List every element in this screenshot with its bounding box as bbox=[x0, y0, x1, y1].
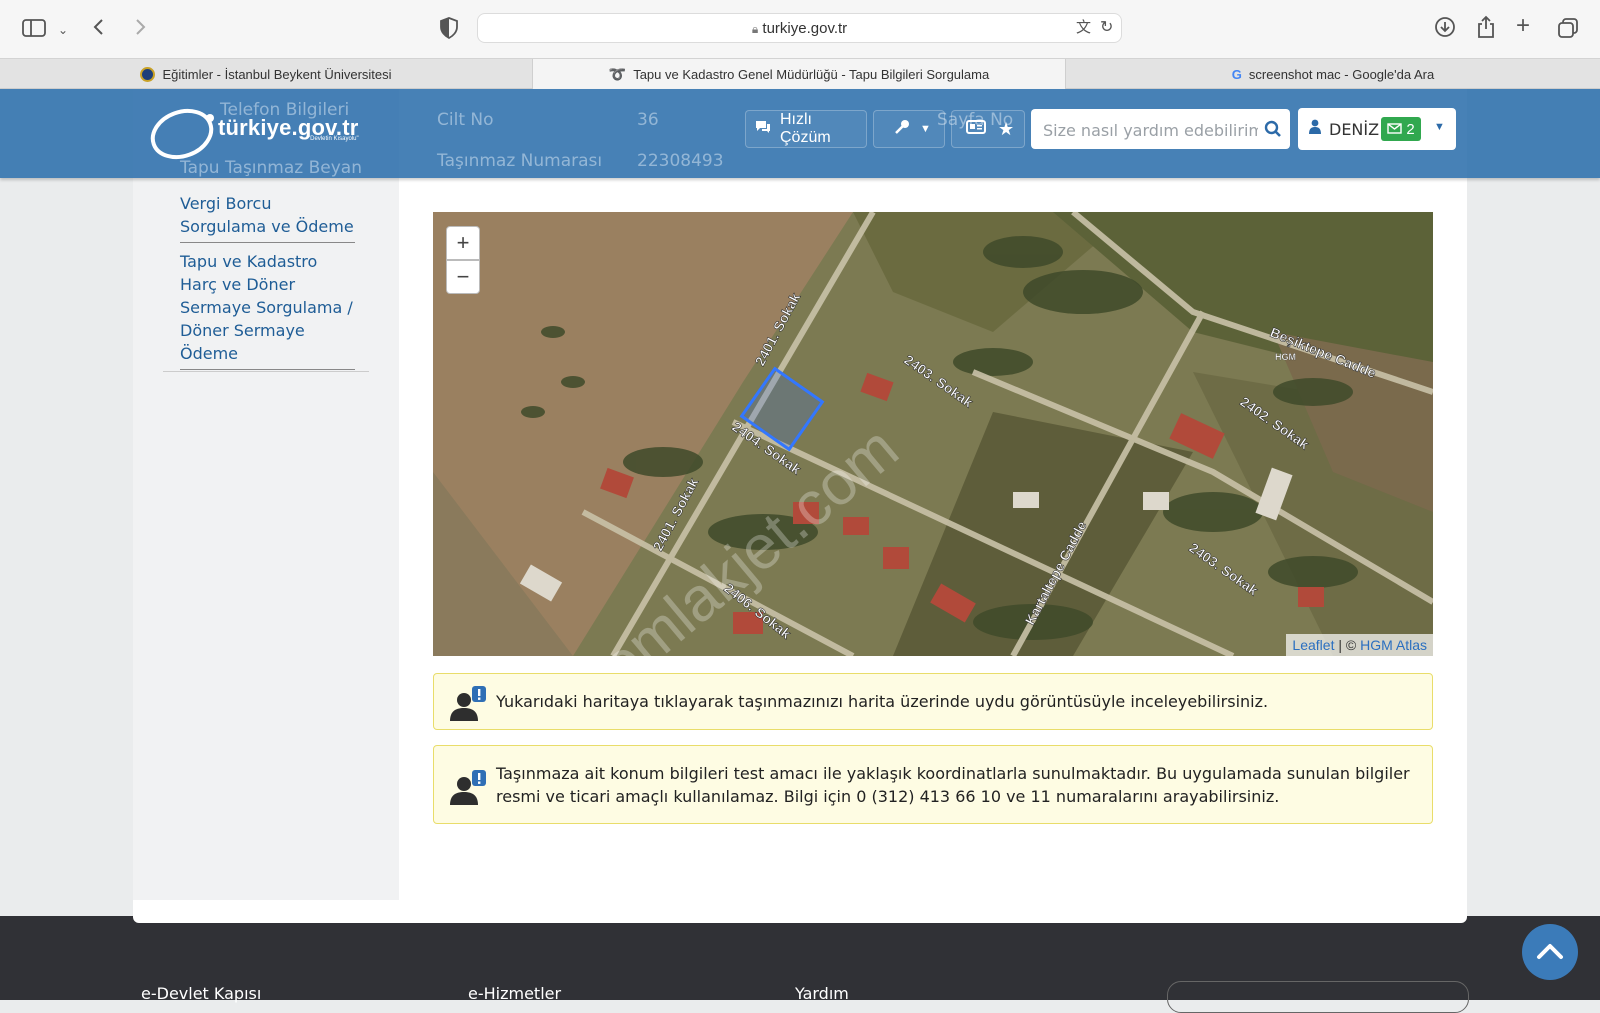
user-icon bbox=[1309, 119, 1321, 140]
reload-icon[interactable]: ↻ bbox=[1100, 18, 1113, 38]
tab-beykent[interactable]: Eğitimler - İstanbul Beykent Üniversites… bbox=[0, 59, 532, 89]
new-tab-icon[interactable]: + bbox=[1516, 14, 1530, 38]
search-box bbox=[1031, 109, 1290, 151]
chevron-up-icon bbox=[1537, 944, 1563, 959]
hgm-atlas-link[interactable]: HGM Atlas bbox=[1360, 637, 1427, 653]
tkgm-logo-icon: ➰ bbox=[608, 65, 627, 82]
street-label: HGM bbox=[1275, 352, 1296, 362]
zoom-out-button[interactable]: − bbox=[446, 260, 480, 294]
back-icon[interactable] bbox=[92, 17, 106, 41]
footer-heading-yardim[interactable]: Yardım bbox=[795, 984, 849, 1003]
envelope-icon bbox=[1387, 121, 1403, 138]
browser-toolbar: ⌄ 🔒︎ turkiye.gov.tr 文 ↻ + bbox=[0, 0, 1600, 58]
turkiye-logo-icon[interactable] bbox=[148, 104, 228, 167]
info-person-icon bbox=[448, 768, 488, 812]
google-logo-icon: G bbox=[1231, 66, 1242, 82]
satellite-map[interactable]: emlakjet.com 2401. Sokak 2403. Sokak 240… bbox=[433, 212, 1433, 656]
map-attribution: Leaflet | © HGM Atlas bbox=[1286, 634, 1433, 656]
user-name: DENİZ bbox=[1329, 120, 1380, 139]
beykent-logo-icon bbox=[140, 66, 156, 82]
behind-tasinmaz-label: Taşınmaz Numarası bbox=[437, 151, 603, 171]
sidebar-divider bbox=[163, 371, 369, 372]
tab-bar: Eğitimler - İstanbul Beykent Üniversites… bbox=[0, 58, 1600, 89]
behind-tasinmaz-value: 22308493 bbox=[637, 151, 724, 171]
footer-app-badge[interactable] bbox=[1167, 981, 1469, 1013]
search-icon[interactable] bbox=[1264, 120, 1282, 143]
mail-badge[interactable]: 2 bbox=[1381, 117, 1421, 141]
alert-text: Yukarıdaki haritaya tıklayarak taşınmazı… bbox=[496, 692, 1269, 711]
quick-solution-button[interactable]: Hızlı Çözüm bbox=[745, 110, 867, 148]
logo-tagline: "Devletin Kısayolu" bbox=[308, 136, 359, 142]
search-input[interactable] bbox=[1041, 109, 1260, 151]
forward-icon[interactable] bbox=[133, 17, 147, 41]
sidebar-toggle-icon[interactable] bbox=[22, 18, 46, 42]
sidebar-item-harc-doner-sermaye[interactable]: Tapu ve Kadastro Harç ve Döner Sermaye S… bbox=[180, 250, 355, 370]
info-alert-disclaimer: Taşınmaza ait konum bilgileri test amacı… bbox=[433, 745, 1433, 824]
chat-icon bbox=[754, 119, 772, 140]
info-person-icon bbox=[448, 684, 488, 728]
info-alert-map: Yukarıdaki haritaya tıklayarak taşınmazı… bbox=[433, 673, 1433, 730]
key-icon bbox=[894, 119, 910, 140]
caret-down-icon[interactable]: ▼ bbox=[1434, 121, 1445, 133]
tools-dropdown-button[interactable]: ▼ bbox=[873, 110, 945, 148]
star-icon[interactable]: ★ bbox=[998, 119, 1014, 140]
leaflet-link[interactable]: Leaflet bbox=[1292, 637, 1334, 653]
map-imagery: emlakjet.com 2401. Sokak 2403. Sokak 240… bbox=[433, 212, 1433, 656]
tab-google[interactable]: G screenshot mac - Google'da Ara bbox=[1066, 59, 1600, 89]
tab-tapu[interactable]: ➰ Tapu ve Kadastro Genel Müdürlüğü - Tap… bbox=[532, 59, 1066, 89]
behind-cilt-value: 36 bbox=[637, 110, 659, 130]
scroll-to-top-button[interactable] bbox=[1522, 924, 1578, 980]
user-menu[interactable]: DENİZ 2 ▼ bbox=[1298, 108, 1456, 150]
sidebar-item-vergi-borcu[interactable]: Vergi Borcu Sorgulama ve Ödeme bbox=[180, 192, 355, 243]
lock-icon: 🔒︎ bbox=[751, 22, 759, 36]
content-card-bottom bbox=[133, 900, 1467, 923]
card-favorites-button[interactable]: ★ bbox=[951, 110, 1025, 148]
privacy-shield-icon[interactable] bbox=[440, 17, 458, 43]
behind-cilt-label: Cilt No bbox=[437, 110, 494, 130]
downloads-icon[interactable] bbox=[1434, 16, 1456, 42]
id-card-icon bbox=[966, 119, 986, 140]
url-text: 🔒︎ turkiye.gov.tr bbox=[751, 20, 848, 37]
address-bar[interactable]: 🔒︎ turkiye.gov.tr 文 ↻ bbox=[477, 13, 1122, 43]
share-icon[interactable] bbox=[1476, 15, 1496, 43]
footer-heading-edevlet[interactable]: e-Devlet Kapısı bbox=[141, 984, 261, 1003]
caret-down-icon: ▼ bbox=[920, 123, 931, 135]
translate-icon[interactable]: 文 bbox=[1076, 18, 1091, 38]
alert-text: Taşınmaza ait konum bilgileri test amacı… bbox=[496, 764, 1410, 806]
tab-overview-icon[interactable] bbox=[1557, 17, 1579, 43]
zoom-in-button[interactable]: + bbox=[446, 226, 480, 260]
chevron-down-icon[interactable]: ⌄ bbox=[58, 20, 68, 40]
footer-heading-ehizmetler[interactable]: e-Hizmetler bbox=[468, 984, 561, 1003]
